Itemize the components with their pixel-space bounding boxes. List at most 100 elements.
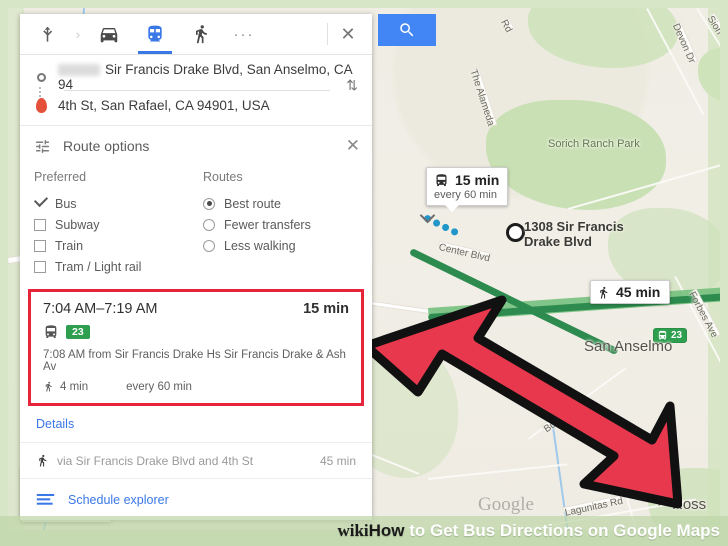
origin-text: Sir Francis Drake Blvd, San Anselmo, CA …	[58, 62, 352, 92]
directions-panel: › ··· ✕ Sir Francis Drake Blvd, San Anse…	[20, 14, 372, 520]
route-options-body: Preferred Bus Subway Train Tram / Light …	[20, 166, 372, 289]
radio-fewer-transfers-label: Fewer transfers	[224, 217, 311, 232]
wikihow-wiki: wiki	[337, 521, 369, 540]
walking-callout-duration: 45 min	[616, 284, 661, 300]
radio-fewer-transfers-dot	[203, 218, 215, 231]
destination-pin-icon	[34, 97, 48, 113]
checkbox-train-box	[34, 239, 46, 252]
route-options-title: Route options	[63, 138, 150, 154]
travel-mode-tabs: › ··· ✕	[20, 14, 372, 55]
result-route-badge: 23	[66, 325, 90, 339]
map-label-sorich-ranch-park: Sorich Ranch Park	[548, 138, 640, 150]
origin-row[interactable]: Sir Francis Drake Blvd, San Anselmo, CA …	[34, 62, 358, 92]
google-watermark: Google	[478, 494, 534, 515]
wikihow-how: How	[368, 521, 405, 540]
details-link[interactable]: Details	[20, 406, 372, 443]
transit-callout-frequency: every 60 min	[434, 189, 497, 201]
tab-transit-underline	[138, 51, 172, 54]
close-directions-button[interactable]: ✕	[334, 14, 362, 54]
checkbox-subway-box	[34, 218, 46, 231]
preferred-column: Preferred Bus Subway Train Tram / Light …	[34, 170, 189, 277]
walking-icon	[45, 381, 52, 392]
walking-icon	[600, 286, 608, 298]
result-frequency: every 60 min	[126, 380, 192, 393]
radio-best-route[interactable]: Best route	[203, 193, 358, 214]
bus-icon	[45, 325, 57, 338]
checkbox-bus[interactable]: Bus	[34, 193, 189, 214]
walking-callout[interactable]: 45 min	[590, 280, 671, 304]
walking-icon	[196, 25, 207, 44]
bus-icon	[436, 173, 447, 186]
result-times: 7:04 AM–7:19 AM	[43, 301, 158, 317]
walking-alternative-duration: 45 min	[319, 453, 356, 468]
tab-transit[interactable]	[132, 14, 178, 54]
checkbox-bus-box	[34, 197, 46, 210]
redacted-house-number	[58, 64, 100, 76]
search-icon	[400, 23, 414, 37]
radio-less-walking-label: Less walking	[224, 238, 296, 253]
schedule-lines-icon	[36, 493, 55, 505]
transit-callout[interactable]: 15 min every 60 min	[426, 167, 509, 212]
route-result-card[interactable]: 7:04 AM–7:19 AM 15 min 23 7:08 AM from S…	[28, 289, 364, 406]
more-modes-button[interactable]: ···	[224, 26, 264, 43]
result-transit-line: 23	[43, 324, 349, 340]
radio-best-route-dot	[203, 197, 215, 210]
routes-label: Routes	[203, 170, 243, 184]
swap-addresses-button[interactable]: ⇅	[346, 77, 358, 94]
map-label-ross: Ross	[672, 496, 707, 513]
map-poi-label-line2: Drake Blvd	[524, 234, 592, 249]
map-poi-label: 1308 Sir Francis Drake Blvd	[524, 219, 624, 249]
destination-row[interactable]: 4th St, San Rafael, CA 94901, USA	[34, 91, 358, 119]
routes-column: Routes Best route Fewer transfers Less w…	[189, 170, 358, 277]
checkbox-subway[interactable]: Subway	[34, 214, 189, 235]
transit-train-icon	[148, 25, 162, 42]
screenshot-root: 23 15 min every 60 min 1308 Sir Francis …	[0, 0, 728, 546]
route-options-header: Route options ✕	[20, 126, 372, 166]
walking-alternative-label: via Sir Francis Drake Blvd and 4th St	[57, 453, 254, 468]
origin-circle-icon	[34, 72, 48, 82]
map-poi-label-line1: 1308 Sir Francis	[524, 219, 624, 234]
checkbox-train[interactable]: Train	[34, 235, 189, 256]
preferred-label: Preferred	[34, 170, 87, 184]
tab-directions[interactable]	[24, 14, 70, 54]
radio-fewer-transfers[interactable]: Fewer transfers	[203, 214, 358, 235]
origin-underline	[64, 90, 330, 91]
tabs-chevron-icon: ›	[75, 26, 81, 42]
wikihow-title: to Get Bus Directions on Google Maps	[404, 521, 720, 540]
radio-less-walking[interactable]: Less walking	[203, 235, 358, 256]
transit-callout-duration: 15 min	[455, 172, 500, 188]
walking-icon	[39, 454, 47, 467]
radio-best-route-label: Best route	[224, 196, 281, 211]
origin-input[interactable]: Sir Francis Drake Blvd, San Anselmo, CA …	[58, 62, 358, 92]
tab-walking[interactable]	[178, 14, 224, 54]
address-fields: Sir Francis Drake Blvd, San Anselmo, CA …	[20, 55, 372, 126]
wikihow-watermark-text: wikiHow to Get Bus Directions on Google …	[337, 521, 728, 541]
checkbox-tram-box	[34, 260, 46, 273]
route-options-close-button[interactable]: ✕	[346, 136, 360, 156]
result-duration: 15 min	[303, 301, 349, 317]
checkbox-train-label: Train	[55, 238, 84, 253]
map-label-san-anselmo: San Anselmo	[584, 338, 673, 355]
car-icon	[100, 28, 118, 43]
tab-driving[interactable]	[86, 14, 132, 54]
search-button[interactable]	[378, 14, 436, 46]
result-walk-time: 4 min	[60, 380, 89, 393]
schedule-explorer-row[interactable]: Schedule explorer	[20, 479, 372, 520]
checkbox-bus-label: Bus	[55, 196, 77, 211]
checkbox-tram-label: Tram / Light rail	[55, 259, 142, 274]
result-departure-note: 7:08 AM from Sir Francis Drake Hs Sir Fr…	[43, 349, 346, 373]
result-footer-row: 4 min every 60 min	[43, 380, 349, 393]
walking-alternative-row[interactable]: via Sir Francis Drake Blvd and 4th St 45…	[20, 443, 372, 479]
destination-input[interactable]: 4th St, San Rafael, CA 94901, USA	[58, 98, 358, 113]
checkbox-tram[interactable]: Tram / Light rail	[34, 256, 189, 277]
wikihow-watermark-bar: wikiHow to Get Bus Directions on Google …	[0, 516, 728, 546]
radio-less-walking-dot	[203, 239, 215, 252]
map-green-edge-right	[708, 8, 720, 530]
fork-turn-icon	[42, 26, 52, 42]
schedule-explorer-label: Schedule explorer	[68, 492, 169, 507]
checkbox-subway-label: Subway	[55, 217, 100, 232]
result-top-row: 7:04 AM–7:19 AM 15 min	[43, 301, 349, 317]
tabs-divider	[327, 23, 328, 45]
tune-sliders-icon	[36, 139, 49, 153]
map-route-badge-number: 23	[671, 330, 683, 341]
